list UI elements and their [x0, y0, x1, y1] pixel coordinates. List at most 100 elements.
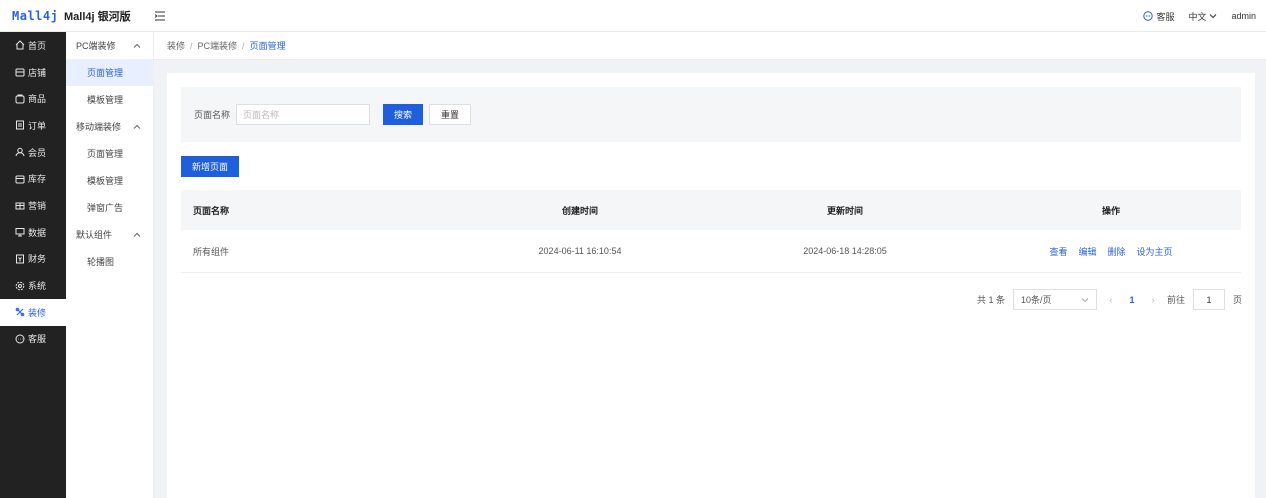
chat-bubble-icon [1143, 11, 1154, 21]
sidebar-item-label: 装修 [28, 307, 47, 318]
column-header: 页面名称 [193, 205, 230, 216]
table-header: 页面名称 创建时间 更新时间 操作 [181, 190, 1241, 230]
user-name: admin [1231, 11, 1256, 21]
sidebar-item-marketing[interactable]: 营销 [0, 192, 66, 219]
brand-name: Mall4j 银河版 [64, 10, 131, 23]
page-size-label: 10条/页 [1020, 295, 1052, 305]
goto-page-input[interactable] [1192, 289, 1225, 310]
member-icon [15, 147, 25, 157]
subnav-group-label: PC端装修 [76, 41, 116, 51]
sidebar-item-data[interactable]: 数据 [0, 219, 66, 246]
breadcrumb-separator: / [190, 40, 193, 51]
sidebar-item-label: 财务 [28, 254, 47, 265]
customer-service-button[interactable]: 客服 [1143, 10, 1174, 23]
cell-created-time: 2024-06-11 16:10:54 [538, 246, 622, 256]
sidebar-item-label: 商品 [28, 94, 47, 105]
page-table: 页面名称 创建时间 更新时间 操作 所有组件 2024-06-11 16:10:… [181, 190, 1241, 273]
sidebar-item-order[interactable]: 订单 [0, 112, 66, 139]
subnav-item-pc-templates[interactable]: 模板管理 [66, 86, 153, 113]
subnav-item-carousel[interactable]: 轮播图 [66, 248, 153, 275]
sidebar-item-label: 数据 [28, 227, 47, 238]
goods-icon [15, 94, 25, 104]
chevron-down-icon [1081, 297, 1089, 302]
sidebar-item-home[interactable]: 首页 [0, 32, 66, 59]
cell-updated-time: 2024-06-18 14:28:05 [803, 246, 887, 256]
decor-icon [15, 307, 25, 317]
gift-icon [15, 202, 25, 210]
subnav-group-default[interactable]: 默认组件 [66, 221, 153, 248]
chevron-up-icon [133, 124, 141, 129]
pagination: 共 1 条 10条/页 ‹ 1 › 前往 页 [977, 289, 1242, 310]
sidebar-item-system[interactable]: 系统 [0, 272, 66, 299]
sidebar-item-label: 会员 [28, 147, 47, 158]
chat-icon [15, 334, 25, 344]
subnav-group-pc[interactable]: PC端装修 [66, 32, 153, 59]
cell-page-name: 所有组件 [193, 246, 230, 257]
sidebar-item-label: 订单 [28, 120, 47, 131]
menu-fold-icon[interactable] [150, 11, 170, 21]
page-name-input[interactable] [236, 104, 371, 125]
add-page-button[interactable]: 新增页面 [181, 156, 240, 177]
edit-link[interactable]: 编辑 [1078, 245, 1096, 258]
breadcrumb: 装修 / PC端装修 / 页面管理 [154, 32, 1266, 60]
sidebar-item-label: 营销 [28, 200, 47, 211]
delete-link[interactable]: 删除 [1108, 245, 1126, 258]
subnav-item-popup-ads[interactable]: 弹窗广告 [66, 194, 153, 221]
sidebar-item-label: 首页 [28, 40, 47, 51]
sidebar-item-member[interactable]: 会员 [0, 139, 66, 166]
primary-sidebar: 首页 店铺 商品 订单 会员 库存 营销 数据 财务 系统 装修 客服 [0, 32, 66, 498]
shop-icon [15, 68, 25, 77]
logo: Mall4j [12, 8, 59, 23]
search-panel: 页面名称 搜索 重置 [181, 87, 1241, 142]
main-card: 页面名称 搜索 重置 新增页面 页面名称 创建时间 更新时间 操作 所有组件 2… [167, 73, 1255, 498]
subnav-item-mobile-pages[interactable]: 页面管理 [66, 140, 153, 167]
chevron-up-icon [133, 43, 141, 48]
subnav-group-mobile[interactable]: 移动端装修 [66, 113, 153, 140]
sidebar-item-label: 系统 [28, 281, 47, 292]
language-label: 中文 [1188, 11, 1207, 22]
set-homepage-link[interactable]: 设为主页 [1137, 245, 1173, 258]
column-header: 操作 [1101, 205, 1120, 216]
sidebar-item-decoration[interactable]: 装修 [0, 298, 66, 326]
language-select[interactable]: 中文 [1188, 10, 1217, 23]
search-button[interactable]: 搜索 [383, 104, 424, 125]
goto-label: 前往 [1166, 295, 1185, 305]
sidebar-item-label: 库存 [28, 174, 47, 185]
subnav-group-label: 默认组件 [76, 230, 113, 240]
next-page-button[interactable]: › [1147, 295, 1159, 305]
subnav-item-mobile-templates[interactable]: 模板管理 [66, 167, 153, 194]
table-row: 所有组件 2024-06-11 16:10:54 2024-06-18 14:2… [181, 230, 1241, 273]
top-header: Mall4j Mall4j 银河版 客服 中文 admin [0, 0, 1266, 32]
customer-service-label: 客服 [1156, 11, 1175, 22]
sidebar-item-label: 客服 [28, 334, 47, 345]
column-header: 更新时间 [826, 205, 863, 216]
chevron-up-icon [133, 232, 141, 237]
page-size-select[interactable]: 10条/页 [1012, 289, 1097, 310]
gear-icon [15, 281, 25, 290]
user-menu[interactable]: admin [1231, 11, 1256, 21]
search-label: 页面名称 [194, 110, 231, 120]
reset-button[interactable]: 重置 [429, 104, 472, 125]
sidebar-item-finance[interactable]: 财务 [0, 246, 66, 273]
sidebar-item-label: 店铺 [28, 67, 47, 78]
sidebar-item-goods[interactable]: 商品 [0, 85, 66, 112]
subnav-group-label: 移动端装修 [76, 122, 122, 132]
sidebar-item-service[interactable]: 客服 [0, 326, 66, 353]
breadcrumb-item[interactable]: PC端装修 [198, 39, 238, 52]
data-icon [15, 228, 25, 237]
secondary-sidebar: PC端装修 页面管理 模板管理 移动端装修 页面管理 模板管理 弹窗广告 默认组… [66, 32, 154, 498]
order-icon [16, 120, 24, 130]
total-count: 共 1 条 [976, 295, 1005, 305]
page-number[interactable]: 1 [1125, 295, 1139, 305]
view-link[interactable]: 查看 [1049, 245, 1067, 258]
subnav-item-pc-pages[interactable]: 页面管理 [66, 59, 153, 86]
sidebar-item-stock[interactable]: 库存 [0, 165, 66, 192]
breadcrumb-separator: / [242, 40, 245, 51]
sidebar-item-shop[interactable]: 店铺 [0, 59, 66, 86]
breadcrumb-item[interactable]: 装修 [167, 39, 185, 52]
prev-page-button[interactable]: ‹ [1105, 295, 1117, 305]
column-header: 创建时间 [561, 205, 598, 216]
chevron-down-icon [1210, 14, 1217, 19]
breadcrumb-current: 页面管理 [249, 41, 286, 51]
stock-icon [15, 175, 25, 184]
